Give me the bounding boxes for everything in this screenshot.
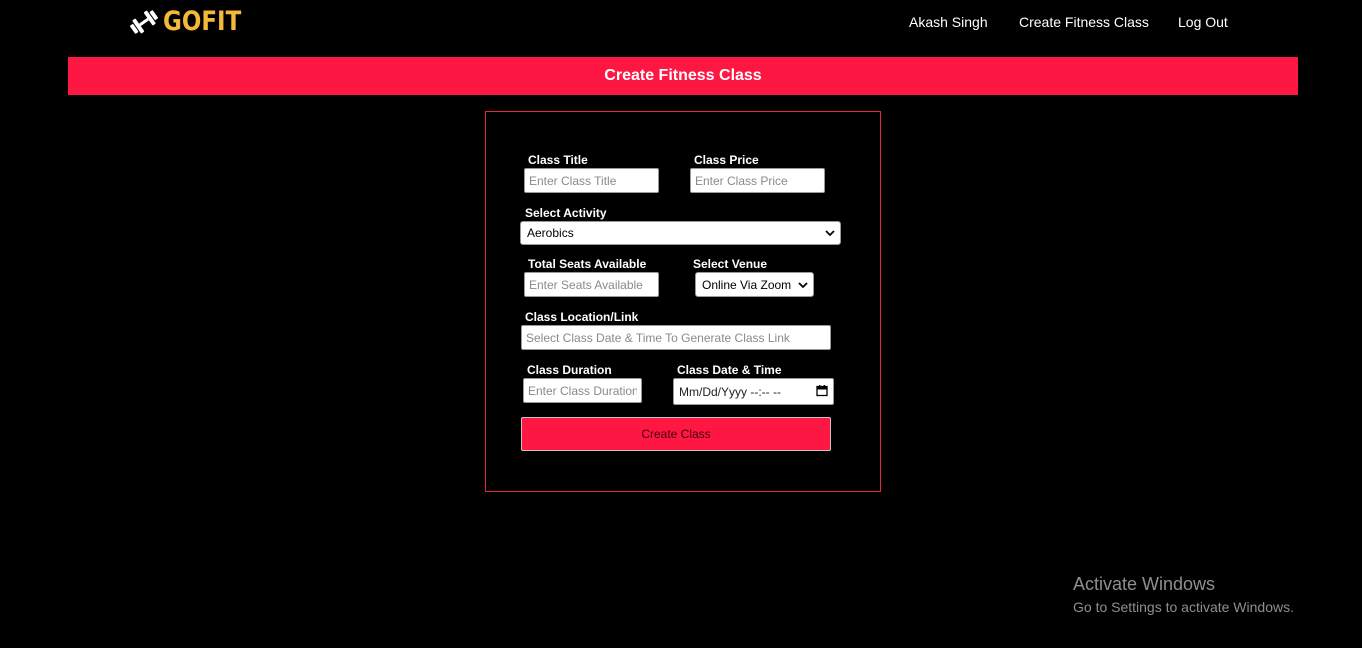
- activate-windows-subtitle: Go to Settings to activate Windows.: [1073, 599, 1294, 615]
- class-price-input[interactable]: [690, 168, 825, 193]
- location-input[interactable]: [521, 325, 831, 350]
- venue-selected-value: Online Via Zoom: [702, 277, 792, 292]
- logo-text: GOFIT: [163, 6, 242, 37]
- class-title-label: Class Title: [528, 153, 588, 167]
- nav-create-fitness-class[interactable]: Create Fitness Class: [1019, 14, 1149, 30]
- seats-input[interactable]: [524, 272, 659, 297]
- seats-label: Total Seats Available: [528, 257, 647, 271]
- venue-select[interactable]: Online Via Zoom: [695, 272, 814, 297]
- datetime-value: Mm/Dd/Yyyy --:-- --: [679, 384, 781, 399]
- create-class-form: Class Title Class Price Select Activity …: [485, 111, 881, 492]
- activity-select[interactable]: Aerobics: [520, 221, 841, 245]
- dumbbell-icon: [128, 8, 160, 36]
- page-title: Create Fitness Class: [604, 67, 762, 84]
- calendar-icon[interactable]: [816, 384, 828, 399]
- create-class-button[interactable]: Create Class: [521, 417, 831, 451]
- create-class-button-label: Create Class: [641, 427, 711, 441]
- venue-label: Select Venue: [693, 257, 768, 271]
- chevron-down-icon: [825, 226, 835, 240]
- nav-logout[interactable]: Log Out: [1178, 14, 1228, 30]
- logo[interactable]: GOFIT: [128, 6, 255, 38]
- duration-input[interactable]: [523, 378, 642, 403]
- nav-user-name[interactable]: Akash Singh: [909, 14, 988, 30]
- activate-windows-title: Activate Windows: [1073, 574, 1216, 594]
- datetime-label: Class Date & Time: [677, 363, 782, 377]
- location-label: Class Location/Link: [525, 310, 639, 324]
- activity-label: Select Activity: [525, 206, 607, 220]
- datetime-input[interactable]: Mm/Dd/Yyyy --:-- --: [673, 378, 834, 405]
- page: GOFIT Akash Singh Create Fitness Class L…: [0, 0, 1362, 648]
- chevron-down-icon: [798, 278, 808, 292]
- duration-label: Class Duration: [527, 363, 612, 377]
- activity-selected-value: Aerobics: [527, 226, 574, 240]
- page-title-banner: Create Fitness Class: [68, 57, 1298, 95]
- class-title-input[interactable]: [524, 168, 659, 193]
- class-price-label: Class Price: [694, 153, 759, 167]
